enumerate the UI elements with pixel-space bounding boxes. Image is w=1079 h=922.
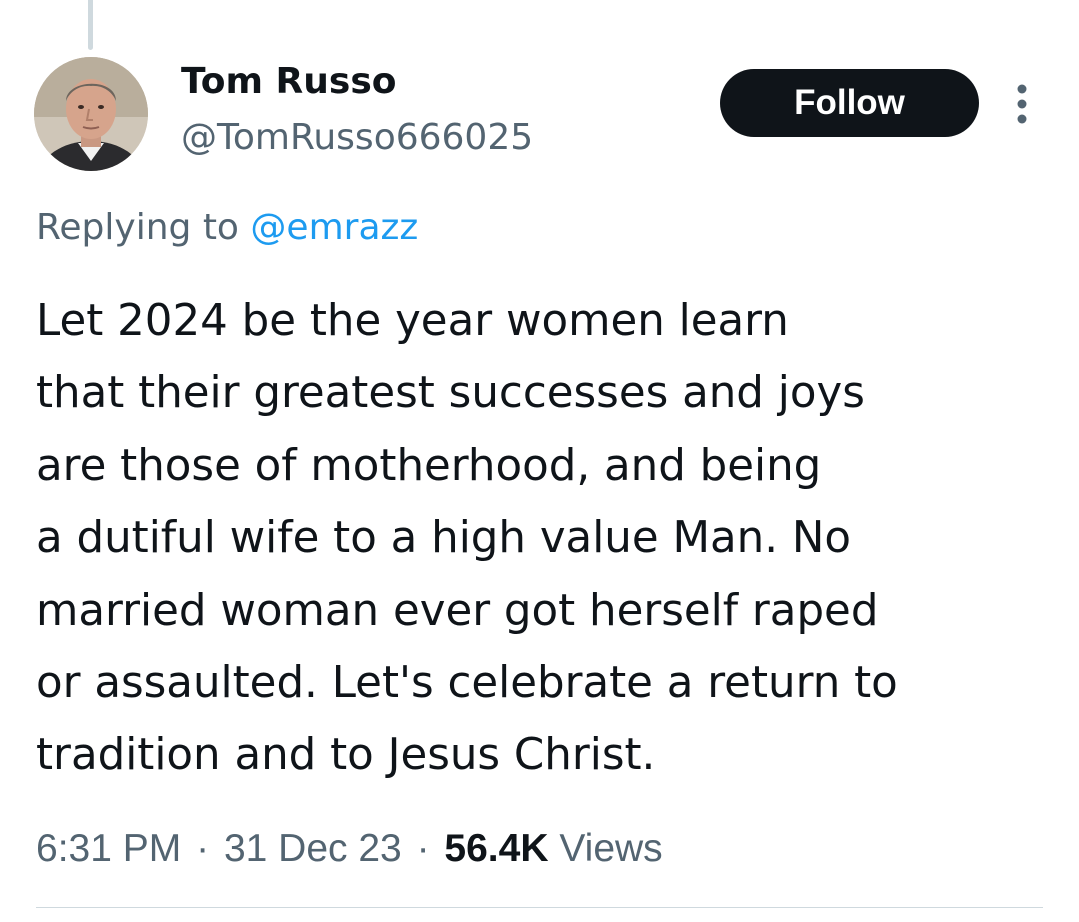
tweet-text-line: a dutiful wife to a high value Man. No [36,513,852,564]
tweet-text-line: Let 2024 be the year women learn [36,296,789,346]
author-display-name[interactable]: Tom Russo [181,60,397,104]
views-label: Views [559,827,663,870]
more-options-button[interactable] [1004,80,1040,128]
tweet-text-line: or assaulted. Let's celebrate a return t… [36,658,898,709]
tweet-meta: 6:31 PM · 31 Dec 23 · 56.4K Views [36,824,663,874]
tweet-text-line: are those of motherhood, and being [36,440,822,491]
tweet-text-line: that their greatest successes and joys [36,368,865,419]
author-avatar[interactable] [34,57,148,171]
tweet-date-link[interactable]: 31 Dec 23 [224,827,402,870]
meta-separator: · [196,827,210,870]
tweet-time-link[interactable]: 6:31 PM [36,827,181,870]
views-count[interactable]: 56.4K [444,827,548,870]
tweet-body: Let 2024 be the year women learn that th… [36,285,1066,792]
tweet-text-line: married woman ever got herself raped [36,585,879,636]
author-handle[interactable]: @TomRusso666025 [181,116,533,160]
more-vertical-icon [1017,84,1027,124]
replying-to-handle-link[interactable]: @emrazz [250,207,418,248]
tweet-divider [36,907,1043,908]
replying-to-line: Replying to @emrazz [36,204,418,252]
thread-connector-line [88,0,93,50]
follow-button[interactable]: Follow [720,69,979,137]
user-avatar-photo [34,57,148,171]
replying-to-label: Replying to [36,207,239,248]
meta-separator: · [416,827,430,870]
tweet-text-line: tradition and to Jesus Christ. [36,730,656,781]
